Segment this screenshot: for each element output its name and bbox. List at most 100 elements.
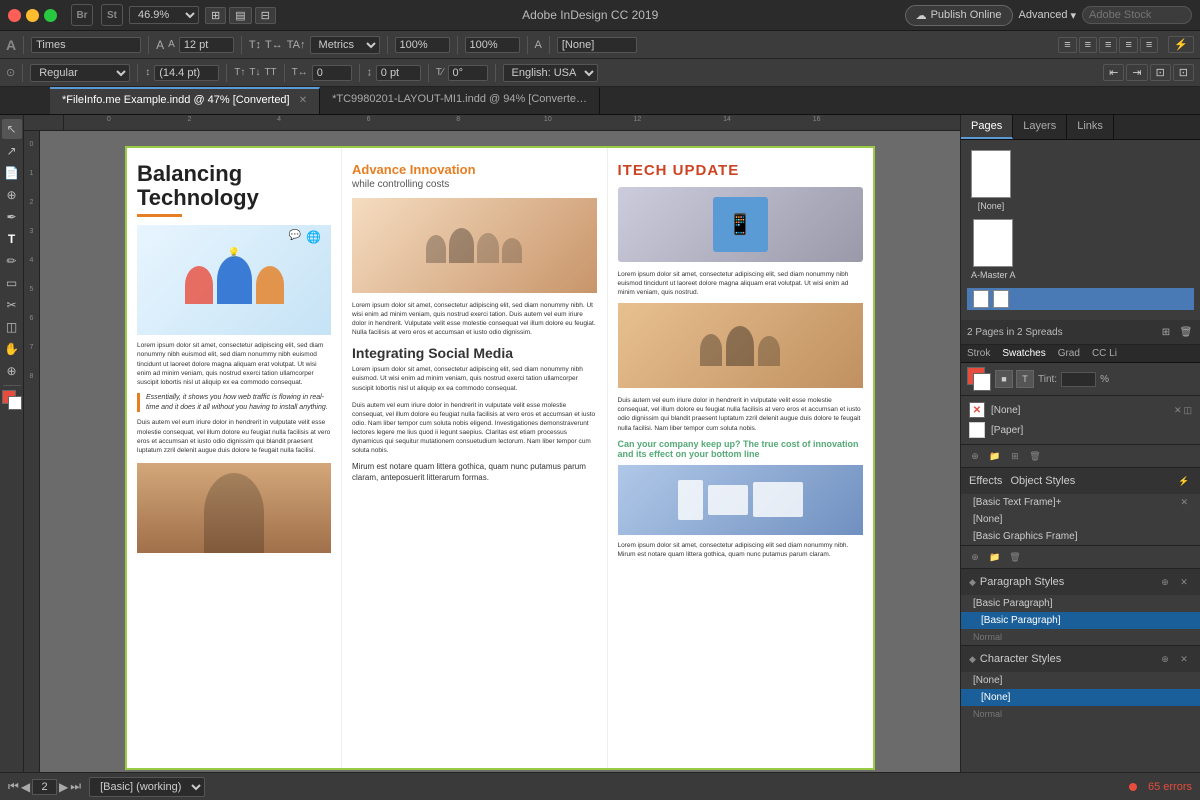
none-char-style[interactable]: [None] [961,672,1200,689]
prev-page-btn[interactable]: ◀ [21,780,30,794]
pencil-tool[interactable]: ✏ [2,251,22,271]
next-page-btn[interactable]: ▶ [59,780,68,794]
effects-object-styles-header[interactable]: Effects Object Styles ⚡ [961,468,1200,494]
indent-right-btn[interactable]: ⇥ [1126,64,1147,81]
swatch-merge-icon[interactable]: ⊞ [1007,448,1023,464]
tab-pages[interactable]: Pages [961,115,1013,139]
font-size-input[interactable] [179,37,234,53]
skew-input[interactable] [448,65,488,81]
language-select[interactable]: English: USA [503,64,598,82]
none-char-sub-style[interactable]: [None] [961,689,1200,706]
character-styles-header[interactable]: ◆ Character Styles ⊕ ✕ [961,646,1200,672]
maximize-button[interactable] [44,9,57,22]
eos-folder-icon[interactable]: 📁 [987,549,1003,565]
tab-layers[interactable]: Layers [1013,115,1067,139]
print-profile-select[interactable]: [Basic] (working) [89,777,205,797]
pages-add-icon[interactable]: ⊞ [1158,324,1174,340]
page-thumb-img-none[interactable] [971,150,1011,198]
adobe-stock-search[interactable] [1082,6,1192,24]
indent-btn-3[interactable]: ⊡ [1150,64,1171,81]
direct-selection-tool[interactable]: ↗ [2,141,22,161]
basic-text-frame-style[interactable]: [Basic Text Frame]+ ✕ [961,494,1200,511]
kerning-select[interactable]: Metrics Optical [310,36,380,54]
pages-delete-icon[interactable]: 🗑 [1178,324,1194,340]
swatches-tab[interactable]: Swatches [996,345,1051,362]
align-right-btn[interactable]: ≡ [1099,37,1117,53]
stroke-color-swatch[interactable] [973,373,991,391]
style-input[interactable] [557,37,637,53]
swatch-delete-icon[interactable]: 🗑 [1027,448,1043,464]
eos-lightning-icon[interactable]: ⚡ [1176,473,1192,489]
font-style-select[interactable]: Regular Bold Italic [30,64,130,82]
view-btn-2[interactable]: ▤ [229,7,251,24]
stock-icon[interactable]: St [101,4,123,26]
close-button[interactable] [8,9,21,22]
zoom-tool[interactable]: ⊕ [2,361,22,381]
hand-tool[interactable]: ✋ [2,339,22,359]
bridge-icon[interactable]: Br [71,4,93,26]
align-center-btn[interactable]: ≡ [1079,37,1097,53]
zoom-select[interactable]: 46.9% 100% 50% [129,6,199,24]
document-canvas[interactable]: Balancing Technology [40,131,960,772]
tab-1-close[interactable]: ✕ [299,95,307,106]
stroke-tab[interactable]: Strok [961,345,996,362]
char-delete-icon[interactable]: ✕ [1176,651,1192,667]
align-left-btn[interactable]: ≡ [1058,37,1076,53]
font-family-input[interactable] [31,37,141,53]
first-page-btn[interactable]: ⏮ [8,779,19,794]
tab-links[interactable]: Links [1067,115,1114,139]
none-object-style[interactable]: [None] [961,511,1200,528]
indent-btn-4[interactable]: ⊡ [1173,64,1194,81]
horizontal-scale-input[interactable] [395,37,450,53]
para-add-icon[interactable]: ⊕ [1157,574,1173,590]
gap-tool[interactable]: ⊕ [2,185,22,205]
effects-tab[interactable]: Effects [969,475,1002,487]
leading-input[interactable] [154,65,219,81]
object-styles-tab[interactable]: Object Styles [1010,475,1075,487]
pen-tool[interactable]: ✒ [2,207,22,227]
last-page-btn[interactable]: ⏭ [70,779,81,794]
tab-1[interactable]: *FileInfo.me Example.indd @ 47% [Convert… [50,87,320,114]
text-fill-btn[interactable]: T [1016,370,1034,388]
minimize-button[interactable] [26,9,39,22]
para-delete-icon[interactable]: ✕ [1176,574,1192,590]
basic-paragraph-style[interactable]: [Basic Paragraph] [961,595,1200,612]
char-add-icon[interactable]: ⊕ [1157,651,1173,667]
advanced-button[interactable]: Advanced ▾ [1019,9,1076,22]
solid-fill-btn[interactable]: ■ [995,370,1013,388]
tab-2-close[interactable]: ✕ [594,94,600,105]
align-force-justify-btn[interactable]: ≡ [1140,37,1158,53]
paragraph-styles-header[interactable]: ◆ Paragraph Styles ⊕ ✕ [961,569,1200,595]
view-btn-3[interactable]: ⊟ [255,7,276,24]
scissors-tool[interactable]: ✂ [2,295,22,315]
page-number-input[interactable] [32,779,57,795]
publish-online-button[interactable]: ☁ Publish Online [905,5,1013,26]
cc-libraries-tab[interactable]: CC Li [1086,345,1123,362]
basic-graphics-frame-style[interactable]: [Basic Graphics Frame] [961,528,1200,545]
view-btn-1[interactable]: ⊞ [205,7,226,24]
swatch-none-row[interactable]: ✕ [None] ✕ ◫ [965,400,1196,420]
eos-new-icon[interactable]: ⊕ [967,549,983,565]
page-tool[interactable]: 📄 [2,163,22,183]
tab-2[interactable]: *TC9980201-LAYOUT-MI1.indd @ 94% [Conver… [320,87,600,114]
tracking-input[interactable] [312,65,352,81]
gradient-tool[interactable]: ◫ [2,317,22,337]
swatch-new-icon[interactable]: ⊕ [967,448,983,464]
tint-input[interactable] [1061,372,1096,387]
selection-tool[interactable]: ↖ [2,119,22,139]
type-tool[interactable]: T [2,229,22,249]
eos-delete-icon[interactable]: 🗑 [1007,549,1023,565]
rectangle-tool[interactable]: ▭ [2,273,22,293]
gradient-tab[interactable]: Grad [1052,345,1086,362]
basic-paragraph-sub-style[interactable]: [Basic Paragraph] [961,612,1200,629]
vertical-scale-input[interactable] [465,37,520,53]
normal-char-style[interactable]: Normal [961,706,1200,722]
lightning-btn[interactable]: ⚡ [1168,36,1194,53]
swatch-folder-icon[interactable]: 📁 [987,448,1003,464]
normal-para-style[interactable]: Normal [961,629,1200,645]
align-justify-btn[interactable]: ≡ [1119,37,1137,53]
page-thumb-img-master[interactable] [973,219,1013,267]
fill-stroke-indicator[interactable] [2,390,22,410]
baseline-input[interactable] [376,65,421,81]
fill-stroke-selector[interactable] [967,367,991,391]
